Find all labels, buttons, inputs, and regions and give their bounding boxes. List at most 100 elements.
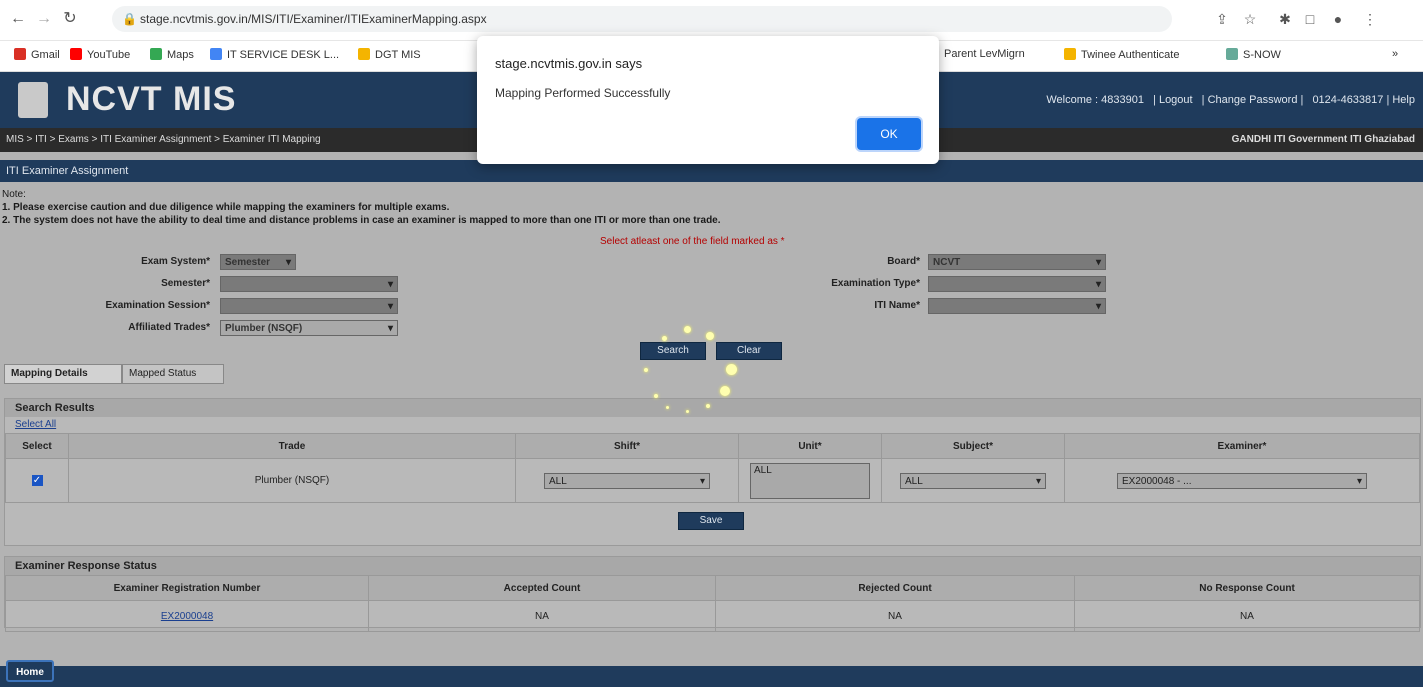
exam-system-row: Exam System* Semester: [0, 254, 420, 272]
menu-icon[interactable]: ⋮: [1360, 9, 1380, 29]
semester-select[interactable]: [220, 276, 398, 293]
help-link[interactable]: 0124-4633817 | Help: [1312, 94, 1415, 106]
folder-icon: [1064, 48, 1076, 60]
tab-mapped-status[interactable]: Mapped Status: [122, 364, 224, 384]
shift-select[interactable]: ALL: [544, 472, 710, 490]
exam-type-row: Examination Type*: [700, 276, 1120, 294]
bookmarks-overflow-icon[interactable]: »: [1392, 48, 1398, 60]
col-registration: Examiner Registration Number: [5, 575, 369, 601]
logout-link[interactable]: | Logout: [1153, 94, 1193, 106]
service-desk-icon: [210, 48, 222, 60]
col-no-response: No Response Count: [1074, 575, 1420, 601]
board-select[interactable]: NCVT: [928, 254, 1106, 271]
folder-icon: [358, 48, 370, 60]
welcome-text: Welcome : 4833901: [1046, 94, 1144, 106]
registration-link[interactable]: EX2000048: [161, 611, 213, 622]
exam-session-label: Examination Session*: [105, 300, 210, 311]
exam-session-select[interactable]: [220, 298, 398, 315]
profile-icon[interactable]: ●: [1328, 9, 1348, 29]
url-text: stage.ncvtmis.gov.in/MIS/ITI/Examiner/IT…: [140, 12, 487, 26]
col-rejected: Rejected Count: [715, 575, 1075, 601]
status-row: EX2000048 NA NA NA: [5, 600, 1420, 632]
exam-type-select[interactable]: [928, 276, 1106, 293]
row-checkbox[interactable]: ✓: [31, 475, 43, 486]
page-body: NCVT MIS Welcome : 4833901 | Logout | Ch…: [0, 72, 1423, 687]
accepted-cell: NA: [368, 600, 716, 632]
gmail-icon: [14, 48, 26, 60]
note-line-2: 2. The system does not have the ability …: [2, 215, 721, 226]
address-bar[interactable]: 🔒 stage.ncvtmis.gov.in/MIS/ITI/Examiner/…: [112, 6, 1172, 32]
home-button[interactable]: Home: [6, 660, 54, 682]
bookmark-snow[interactable]: S-NOW: [1226, 48, 1281, 61]
col-shift: Shift*: [515, 433, 739, 459]
back-icon[interactable]: ←: [8, 9, 28, 29]
bookmark-gmail[interactable]: Gmail: [14, 48, 60, 61]
change-password-link[interactable]: | Change Password |: [1202, 94, 1304, 106]
iti-name-select[interactable]: [928, 298, 1106, 315]
exam-system-label: Exam System*: [141, 256, 210, 267]
iti-name-row: ITI Name*: [700, 298, 1120, 316]
snow-icon: [1226, 48, 1238, 60]
rejected-cell: NA: [715, 600, 1075, 632]
loading-spinner-icon: [640, 322, 740, 422]
lock-icon: 🔒: [122, 12, 137, 26]
semester-label: Semester*: [161, 278, 210, 289]
select-all-link[interactable]: Select All: [15, 419, 56, 430]
bookmark-parent[interactable]: Parent LevMigrn: [944, 48, 1025, 60]
col-trade: Trade: [68, 433, 516, 459]
examiner-status-panel: Examiner Response Status Examiner Regist…: [4, 556, 1421, 632]
emblem-icon: [18, 82, 48, 118]
table-row: ✓ Plumber (NSQF) ALL ALL ALL EX2000048 -…: [5, 458, 1420, 503]
dialog-message: Mapping Performed Successfully: [495, 86, 671, 100]
status-header-row: Examiner Registration Number Accepted Co…: [5, 575, 1420, 601]
col-select: Select: [5, 433, 69, 459]
col-examiner: Examiner*: [1064, 433, 1420, 459]
exam-type-label: Examination Type*: [831, 278, 920, 289]
semester-row: Semester*: [0, 276, 420, 294]
required-message: Select atleast one of the field marked a…: [600, 236, 785, 247]
save-button[interactable]: Save: [678, 512, 744, 530]
bookmark-service-desk[interactable]: IT SERVICE DESK L...: [210, 48, 339, 61]
bookmark-dgt[interactable]: DGT MIS: [358, 48, 421, 61]
notes-title: Note:: [2, 189, 26, 200]
alert-dialog: stage.ncvtmis.gov.in says Mapping Perfor…: [477, 36, 939, 164]
share-icon[interactable]: ⇪: [1212, 9, 1232, 29]
col-accepted: Accepted Count: [368, 575, 716, 601]
exam-session-row: Examination Session*: [0, 298, 420, 316]
extensions-icon[interactable]: ✱: [1275, 9, 1295, 29]
browser-toolbar: ← → ↻ 🔒 stage.ncvtmis.gov.in/MIS/ITI/Exa…: [0, 0, 1423, 41]
breadcrumb-path: MIS > ITI > Exams > ITI Examiner Assignm…: [6, 134, 321, 145]
affiliated-trades-select[interactable]: Plumber (NSQF): [220, 320, 398, 337]
unit-listbox[interactable]: ALL: [750, 462, 870, 499]
top-links: Welcome : 4833901 | Logout | Change Pass…: [1040, 94, 1415, 106]
affiliated-trades-row: Affiliated Trades* Plumber (NSQF): [0, 320, 420, 338]
no-response-cell: NA: [1074, 600, 1420, 632]
col-unit: Unit*: [738, 433, 882, 459]
col-subject: Subject*: [881, 433, 1065, 459]
bookmark-twinee[interactable]: Twinee Authenticate: [1064, 48, 1179, 61]
ok-button[interactable]: OK: [857, 118, 921, 150]
star-icon[interactable]: ☆: [1240, 9, 1260, 29]
results-table: Select Trade Shift* Unit* Subject* Exami…: [5, 433, 1420, 503]
affiliated-trades-label: Affiliated Trades*: [128, 322, 210, 333]
bookmark-maps[interactable]: Maps: [150, 48, 194, 61]
tab-mapping-details[interactable]: Mapping Details: [4, 364, 122, 384]
board-row: Board* NCVT: [700, 254, 1120, 272]
reload-icon[interactable]: ↻: [60, 9, 80, 29]
note-line-1: 1. Please exercise caution and due dilig…: [2, 202, 450, 213]
subject-select[interactable]: ALL: [900, 472, 1046, 490]
status-table: Examiner Registration Number Accepted Co…: [5, 575, 1420, 632]
sidepanel-icon[interactable]: □: [1300, 9, 1320, 29]
youtube-icon: [70, 48, 82, 60]
forward-icon[interactable]: →: [34, 9, 54, 29]
table-header-row: Select Trade Shift* Unit* Subject* Exami…: [5, 433, 1420, 459]
examiner-status-title: Examiner Response Status: [5, 557, 1420, 575]
examiner-select[interactable]: EX2000048 - ...: [1117, 472, 1367, 490]
notes-block: Note: 1. Please exercise caution and due…: [2, 188, 721, 227]
bookmark-youtube[interactable]: YouTube: [70, 48, 130, 61]
iti-name-label: ITI Name*: [874, 300, 920, 311]
exam-system-select[interactable]: Semester: [220, 254, 296, 271]
trade-cell: Plumber (NSQF): [68, 458, 516, 503]
board-label: Board*: [887, 256, 920, 267]
institute-name: GANDHI ITI Government ITI Ghaziabad: [1231, 134, 1415, 145]
